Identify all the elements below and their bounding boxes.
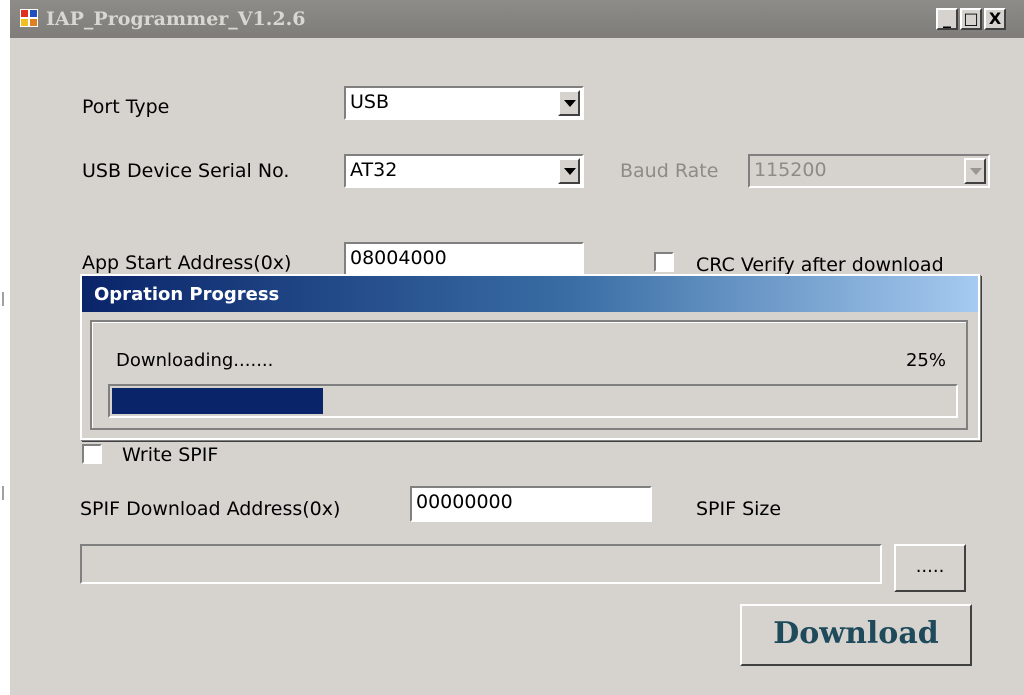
write-spif-label: Write SPIF — [122, 444, 219, 466]
usb-serial-dropdown-button[interactable] — [558, 158, 580, 184]
edge-mark — [2, 486, 4, 500]
chevron-down-icon — [564, 100, 576, 107]
port-type-value: USB — [350, 91, 390, 113]
chevron-down-icon — [564, 168, 576, 175]
spif-address-label: SPIF Download Address(0x) — [80, 498, 341, 520]
usb-serial-select[interactable]: AT32 — [344, 154, 584, 188]
baud-rate-select[interactable]: 115200 — [748, 154, 990, 188]
port-type-select[interactable]: USB — [344, 86, 584, 120]
progress-percent: 25% — [905, 350, 946, 371]
spif-size-label: SPIF Size — [696, 498, 782, 520]
operation-progress-dialog: Opration Progress Downloading....... 25% — [80, 274, 980, 440]
progress-bar-fill — [112, 388, 323, 414]
baud-rate-value: 115200 — [754, 159, 827, 181]
maximize-button[interactable]: □ — [960, 8, 982, 30]
minimize-button[interactable]: _ — [936, 8, 958, 30]
usb-serial-label: USB Device Serial No. — [82, 160, 290, 182]
close-button[interactable]: X — [984, 8, 1006, 30]
download-button-label: Download — [773, 616, 939, 651]
usb-serial-value: AT32 — [350, 159, 398, 181]
chevron-down-icon — [970, 168, 982, 175]
minimize-icon: _ — [943, 9, 951, 28]
dialog-title-bar[interactable]: Opration Progress — [82, 276, 978, 312]
crc-verify-label: CRC Verify after download — [696, 254, 944, 276]
close-icon: X — [988, 9, 1002, 28]
window-title: IAP_Programmer_V1.2.6 — [46, 8, 306, 30]
write-spif-checkbox[interactable] — [82, 444, 102, 464]
file-path-input[interactable] — [80, 544, 882, 584]
app-start-address-value: 08004000 — [350, 247, 447, 269]
browse-button[interactable]: ..... — [894, 544, 966, 592]
dialog-body: Downloading....... 25% — [90, 320, 968, 430]
baud-rate-label: Baud Rate — [620, 160, 719, 182]
app-start-address-label: App Start Address(0x) — [82, 252, 292, 274]
port-type-dropdown-button[interactable] — [558, 90, 580, 116]
app-window: IAP_Programmer_V1.2.6 _ □ X Port Type US… — [8, 0, 1024, 695]
port-type-label: Port Type — [82, 96, 170, 118]
baud-rate-dropdown-button[interactable] — [964, 158, 986, 184]
dialog-title: Opration Progress — [94, 284, 280, 305]
browse-button-label: ..... — [915, 556, 945, 577]
progress-bar — [108, 384, 958, 418]
maximize-icon: □ — [963, 9, 979, 28]
spif-address-value: 00000000 — [416, 491, 513, 513]
app-window-icon — [20, 9, 38, 27]
progress-status: Downloading....... — [116, 350, 274, 371]
spif-address-input[interactable]: 00000000 — [410, 486, 652, 522]
download-button[interactable]: Download — [740, 604, 972, 666]
title-bar[interactable]: IAP_Programmer_V1.2.6 _ □ X — [10, 0, 1024, 38]
crc-verify-checkbox[interactable] — [654, 252, 674, 272]
edge-mark — [2, 292, 4, 306]
app-start-address-input[interactable]: 08004000 — [344, 242, 584, 276]
left-edge-strip — [0, 0, 8, 695]
